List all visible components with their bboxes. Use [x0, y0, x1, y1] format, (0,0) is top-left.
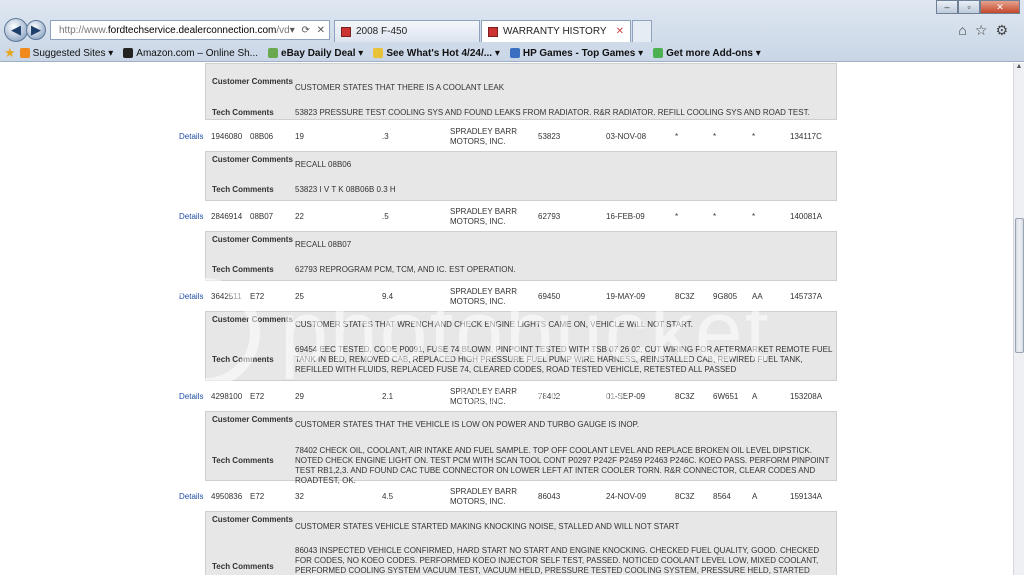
customer-comment-text: CUSTOMER STATES VEHICLE STARTED MAKING K… [295, 522, 680, 531]
tech-comment-text: 86043 INSPECTED VEHICLE CONFIRMED, HARD … [295, 546, 820, 575]
table-row: Details 4950836 E72 32 4.5 SPRADLEY BARR… [179, 487, 823, 506]
tab-warranty-history[interactable]: WARRANTY HISTORY ✕ [481, 20, 631, 42]
scrollbar-thumb[interactable] [1015, 218, 1024, 353]
table-row: Details 4298100 E72 29 2.1 SPRADLEY BARR… [179, 387, 823, 406]
window-controls: – ▫ ✕ [936, 0, 1020, 14]
tab-favicon-icon [488, 26, 498, 37]
comment-block: Customer Comments CUSTOMER STATES THAT T… [205, 411, 837, 485]
tech-comments-label: Tech Comments [212, 185, 274, 194]
forward-arrow-icon: ▶ [31, 22, 41, 37]
favorites-bar: ★ Suggested Sites ▾ Amazon.com – Online … [0, 44, 1024, 62]
tech-comment-text: 78402 CHECK OIL, COOLANT, AIR INTAKE AND… [295, 446, 830, 485]
home-icon[interactable]: ⌂ [958, 22, 974, 38]
comment-block: Customer Comments RECALL 08B07 Tech Comm… [205, 231, 837, 281]
customer-comments-label: Customer Comments [212, 515, 293, 524]
customer-comments-label: Customer Comments [212, 415, 293, 424]
address-bar[interactable]: http://www. fordtechservice.dealerconnect… [50, 20, 330, 40]
whats-hot-icon [373, 48, 384, 58]
table-row: Details 3642511 E72 25 9.4 SPRADLEY BARR… [179, 287, 823, 306]
favorites-star-icon[interactable]: ☆ [975, 22, 996, 38]
maximize-button[interactable]: ▫ [958, 0, 980, 14]
close-window-button[interactable]: ✕ [980, 0, 1020, 14]
forward-button[interactable]: ▶ [26, 20, 46, 40]
tech-comments-label: Tech Comments [212, 355, 274, 364]
vertical-scrollbar[interactable]: ▲ [1013, 63, 1024, 575]
tech-comments-label: Tech Comments [212, 108, 274, 117]
tech-comments-label: Tech Comments [212, 562, 274, 571]
fav-add-ons[interactable]: Get more Add-ons ▾ [653, 48, 761, 59]
browser-chrome: – ▫ ✕ ◀ ▶ http://www. fordtechservice.dea… [0, 0, 1024, 62]
comment-block: Customer Comments CUSTOMER STATES THAT T… [205, 63, 837, 120]
fav-suggested-sites[interactable]: Suggested Sites ▾ [19, 48, 113, 59]
fav-whats-hot[interactable]: See What's Hot 4/24/... ▾ [373, 48, 500, 59]
gear-icon[interactable]: ⚙ [995, 22, 1016, 38]
tab-f450[interactable]: 2008 F-450 [334, 20, 480, 42]
comment-block: Customer Comments CUSTOMER STATES VEHICL… [205, 511, 837, 575]
new-tab-button[interactable] [632, 20, 652, 42]
warranty-history-page: Customer Comments CUSTOMER STATES THAT T… [0, 63, 1013, 575]
fav-hp-games[interactable]: HP Games - Top Games ▾ [509, 48, 643, 59]
back-button[interactable]: ◀ [4, 18, 28, 42]
url-domain: fordtechservice.dealerconnection.com [107, 24, 277, 36]
table-row: Details 2846914 08B07 22 .5 SPRADLEY BAR… [179, 207, 823, 226]
customer-comment-text: CUSTOMER STATES THAT THE VEHICLE IS LOW … [295, 420, 640, 429]
details-link[interactable]: Details [179, 292, 203, 301]
address-controls-icon[interactable]: ▾ ⟳ ✕ [290, 25, 329, 36]
tab-label: WARRANTY HISTORY [503, 26, 607, 37]
customer-comments-label: Customer Comments [212, 155, 293, 164]
comment-block: Customer Comments CUSTOMER STATES THAT W… [205, 311, 837, 381]
customer-comment-text: CUSTOMER STATES THAT THERE IS A COOLANT … [295, 83, 505, 92]
details-link[interactable]: Details [179, 212, 203, 221]
suggested-sites-icon [19, 48, 30, 58]
url-path: /vd [276, 24, 290, 36]
ebay-icon [268, 48, 279, 58]
tech-comment-text: 69454 EEC TESTED, CODE P0091, FUSE 74 BL… [295, 345, 833, 374]
hp-games-icon [509, 48, 520, 58]
tech-comments-label: Tech Comments [212, 456, 274, 465]
favorites-star-icon[interactable]: ★ [4, 45, 16, 61]
toolbar-icons: ⌂☆⚙ [958, 22, 1016, 39]
customer-comment-text: RECALL 08B07 [295, 240, 352, 249]
back-arrow-icon: ◀ [11, 22, 21, 37]
minimize-button[interactable]: – [936, 0, 958, 14]
customer-comments-label: Customer Comments [212, 77, 293, 86]
tech-comment-text: 62793 REPROGRAM PCM, TCM, AND IC. EST OP… [295, 265, 516, 274]
details-link[interactable]: Details [179, 132, 203, 141]
details-link[interactable]: Details [179, 492, 203, 501]
details-link[interactable]: Details [179, 392, 203, 401]
tech-comments-label: Tech Comments [212, 265, 274, 274]
customer-comment-text: CUSTOMER STATES THAT WRENCH AND CHECK EN… [295, 320, 693, 329]
fav-ebay[interactable]: eBay Daily Deal ▾ [268, 48, 363, 59]
tech-comment-text: 53823 PRESSURE TEST COOLING SYS AND FOUN… [295, 108, 810, 117]
table-row: Details 1946080 08B06 19 .3 SPRADLEY BAR… [179, 127, 822, 146]
tab-label: 2008 F-450 [356, 26, 408, 37]
fav-amazon[interactable]: Amazon.com – Online Sh... [123, 48, 258, 59]
tab-close-icon[interactable]: ✕ [616, 26, 624, 37]
scroll-up-icon[interactable]: ▲ [1014, 63, 1024, 73]
amazon-icon [123, 48, 134, 58]
tech-comment-text: 53823 I V T K 08B06B 0.3 H [295, 185, 396, 194]
tab-favicon-icon [341, 26, 351, 37]
comment-block: Customer Comments RECALL 08B06 Tech Comm… [205, 151, 837, 201]
customer-comment-text: RECALL 08B06 [295, 160, 352, 169]
customer-comments-label: Customer Comments [212, 235, 293, 244]
url-prefix: http://www. [59, 24, 108, 36]
add-ons-icon [653, 48, 664, 58]
customer-comments-label: Customer Comments [212, 315, 293, 324]
